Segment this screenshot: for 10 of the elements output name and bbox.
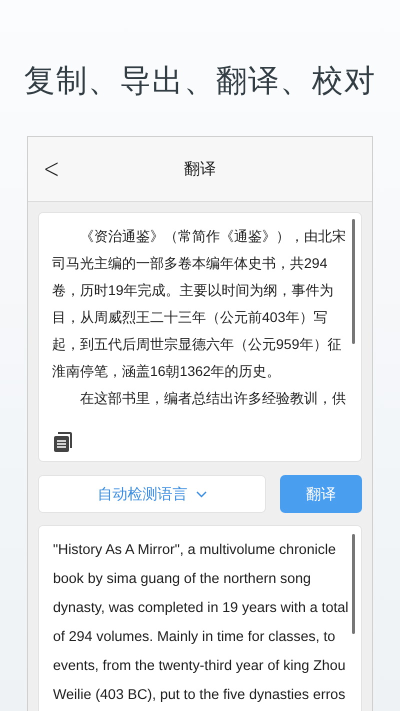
back-button[interactable]: < [43, 155, 59, 183]
source-paragraph: 《资治通鉴》（常简作《通鉴》），由北宋司马光主编的一部多卷本编年体史书，共294卷，历时19年完成。主要以时间为纲，事件为目，从周威烈王二十三年（公元前403年）写起，到五代后周世宗显德六年（公元959年）征淮南停笔，涵盖16朝1362年的历史。 [52, 227, 347, 381]
headline: 复制、导出、翻译、校对 [23, 62, 377, 101]
screen-title: 翻译 [184, 160, 216, 180]
translation-text: "History As A Mirror", a multivolume chronicle book by sima guang of the northern song dynasty, was completed in 19 years with a total of 294 volumes. Mainly in time for classes, to events, from the twenty-third year of king Zhou Weilie (403 BC), put to the five dynasties erros [53, 541, 349, 705]
source-paragraph: 在这部书里，编者总结出许多经验教训，供 [79, 389, 347, 408]
translate-button[interactable]: 翻译 [280, 475, 362, 513]
chevron-down-icon [196, 490, 206, 498]
language-dropdown[interactable]: 自动检测语言 [38, 475, 266, 513]
copy-icon[interactable] [53, 431, 73, 453]
